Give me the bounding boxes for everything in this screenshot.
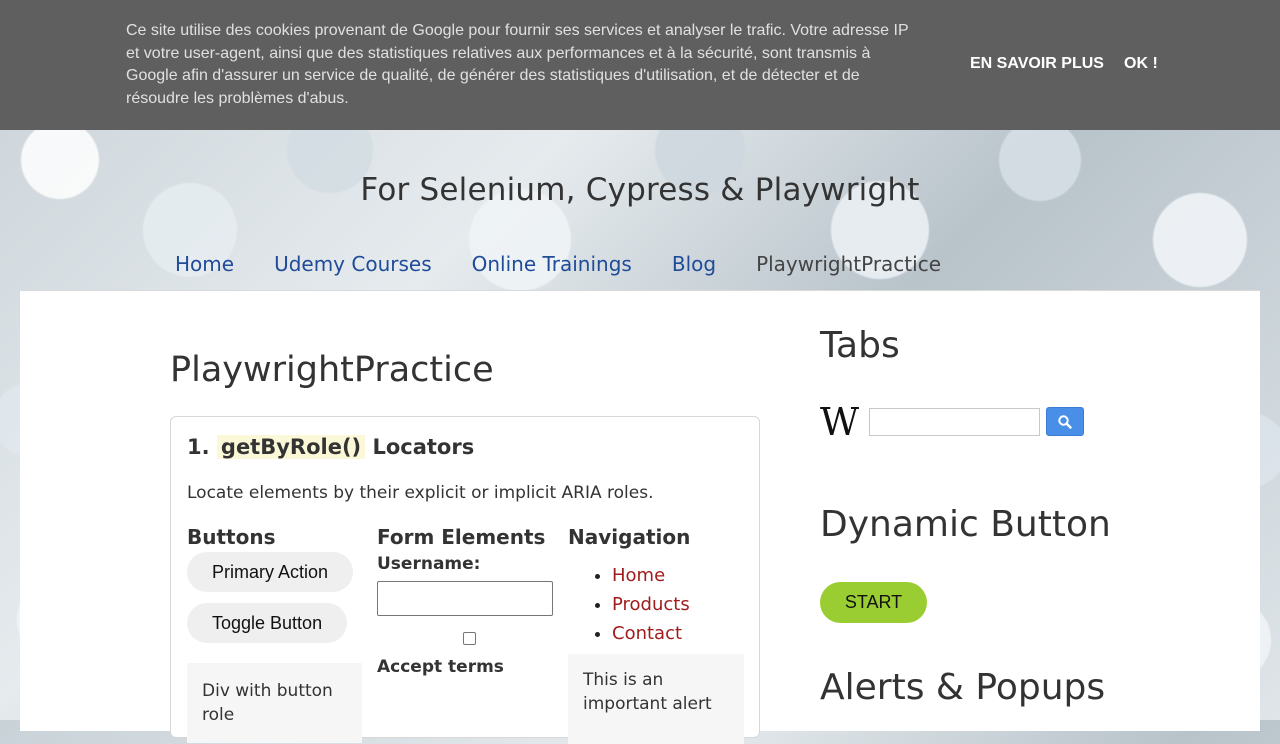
accept-terms-label: Accept terms <box>377 657 504 677</box>
section-number: 1. <box>187 435 210 459</box>
alert-box: This is an important alert <box>568 654 744 744</box>
nav-link-home[interactable]: Home <box>175 252 234 276</box>
section-heading: 1. getByRole() Locators <box>187 435 474 459</box>
nav-link-udemy-courses[interactable]: Udemy Courses <box>274 252 432 276</box>
accept-terms-checkbox[interactable] <box>463 632 476 645</box>
list-link-home[interactable]: Home <box>612 565 665 586</box>
site-description: For Selenium, Cypress & Playwright <box>360 172 920 208</box>
wikipedia-search-button[interactable] <box>1046 407 1084 436</box>
list-item: Contact <box>612 619 690 648</box>
cookie-notice-text: Ce site utilise des cookies provenant de… <box>126 22 909 107</box>
username-input[interactable] <box>377 581 553 616</box>
list-item: Home <box>612 561 690 590</box>
cookie-banner: Ce site utilise des cookies provenant de… <box>0 0 1280 130</box>
section-code: getByRole() <box>216 435 366 459</box>
nav-link-playwright-practice[interactable]: PlaywrightPractice <box>756 252 941 276</box>
dynamic-button-title: Dynamic Button <box>820 504 1111 545</box>
primary-action-button[interactable]: Primary Action <box>187 552 354 592</box>
wikipedia-search-input[interactable] <box>869 408 1040 436</box>
main-navigation: Home Udemy Courses Online Trainings Blog… <box>175 252 981 276</box>
list-item: Products <box>612 590 690 619</box>
getbyrole-section-card: 1. getByRole() Locators Locate elements … <box>170 416 760 744</box>
nav-link-online-trainings[interactable]: Online Trainings <box>472 252 632 276</box>
div-role-button[interactable]: Div with button role <box>187 663 362 743</box>
accept-cookies-button[interactable]: OK ! <box>1124 55 1158 73</box>
search-icon <box>1058 414 1072 429</box>
form-column-title: Form Elements <box>377 525 546 549</box>
buttons-column-title: Buttons <box>187 525 276 549</box>
page-title: PlaywrightPractice <box>170 350 494 390</box>
username-label: Username: <box>377 554 481 574</box>
nav-link-blog[interactable]: Blog <box>672 252 716 276</box>
learn-more-button[interactable]: EN SAVOIR PLUS <box>970 55 1104 73</box>
navigation-column-title: Navigation <box>568 525 691 549</box>
section-heading-suffix: Locators <box>372 435 475 459</box>
tabs-widget-title: Tabs <box>820 325 900 366</box>
start-button[interactable]: START <box>820 582 927 623</box>
list-link-contact[interactable]: Contact <box>612 623 682 644</box>
navigation-list: Home Products Contact <box>612 561 690 648</box>
toggle-button[interactable]: Toggle Button <box>187 603 348 643</box>
alerts-popups-title: Alerts & Popups <box>820 667 1106 708</box>
list-link-products[interactable]: Products <box>612 594 690 615</box>
section-description: Locate elements by their explicit or imp… <box>187 483 654 503</box>
wikipedia-logo: W <box>820 400 860 444</box>
